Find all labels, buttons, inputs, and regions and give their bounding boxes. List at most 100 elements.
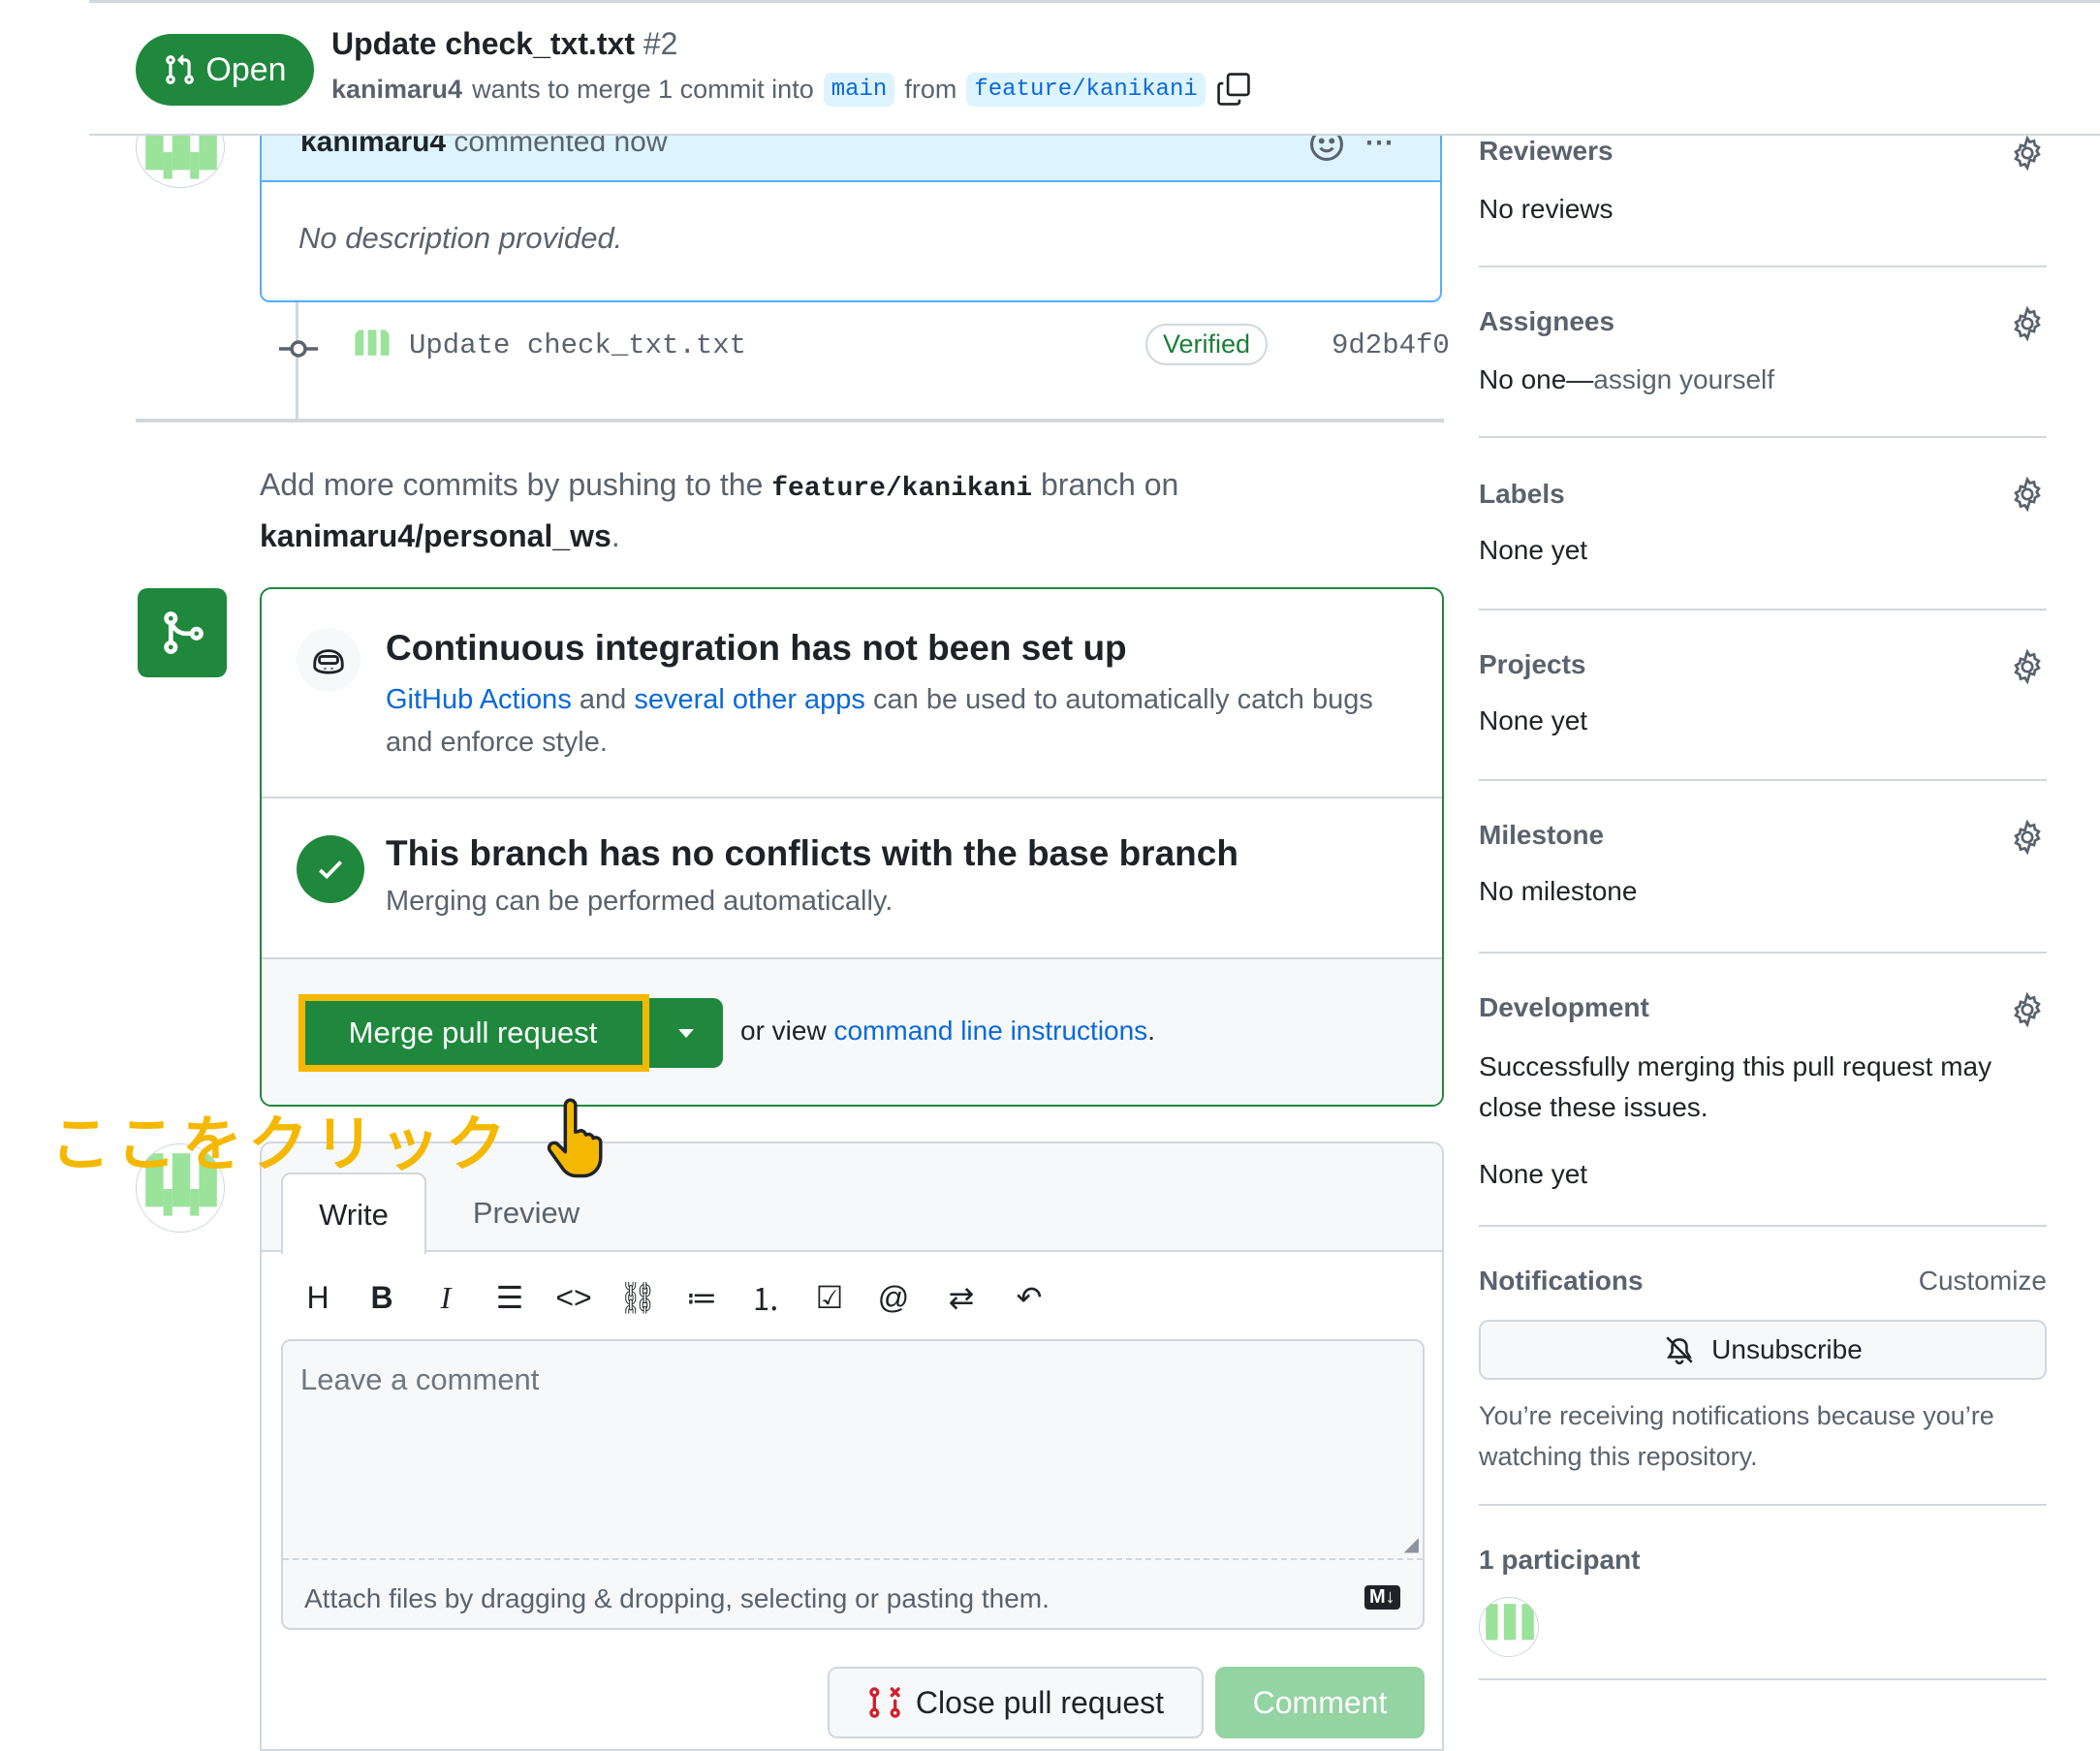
- ci-title: Continuous integration has not been set …: [386, 628, 1127, 668]
- merge-box: Continuous integration has not been set …: [260, 587, 1444, 1107]
- development-title[interactable]: Development: [1479, 992, 1649, 1023]
- cli-link[interactable]: command line instructions: [833, 1016, 1147, 1046]
- assignees-title[interactable]: Assignees: [1479, 306, 1614, 337]
- heading-icon[interactable]: H: [297, 1280, 339, 1316]
- github-actions-link[interactable]: GitHub Actions: [386, 684, 572, 715]
- merge-dropdown-button[interactable]: [649, 998, 723, 1068]
- commit-row: Update check_txt.txt Verified 9d2b4f0: [271, 320, 1450, 378]
- sidebar-milestone: Milestone No milestone: [1479, 781, 2047, 954]
- conflict-subtitle: Merging can be performed automatically.: [386, 886, 893, 917]
- state-badge-open: Open: [136, 34, 314, 106]
- assignees-gear-icon[interactable]: [2010, 305, 2045, 342]
- conflict-title: This branch has no conflicts with the ba…: [386, 833, 1238, 873]
- ci-icon-circle: [297, 628, 360, 692]
- push-hint-repo[interactable]: kanimaru4/personal_ws: [260, 518, 611, 553]
- ci-rest-line2: and enforce style.: [386, 727, 608, 758]
- head-branch[interactable]: feature/kanikani: [966, 72, 1206, 107]
- sidebar-notifications: Notifications Customize Unsubscribe You’…: [1479, 1227, 2047, 1506]
- comment-button[interactable]: Comment: [1215, 1667, 1425, 1738]
- git-commit-icon: [279, 340, 318, 358]
- reviewers-gear-icon[interactable]: [2010, 135, 2045, 172]
- development-gear-icon[interactable]: [2010, 991, 2045, 1028]
- comment-placeholder: Leave a comment: [300, 1362, 540, 1396]
- projects-gear-icon[interactable]: [2010, 648, 2045, 685]
- check-circle: [297, 835, 364, 903]
- milestone-gear-icon[interactable]: [2010, 819, 2045, 856]
- pr-title: Update check_txt.txt: [331, 26, 635, 61]
- commit-message[interactable]: Update check_txt.txt: [409, 329, 746, 361]
- pull-request-icon: [166, 54, 195, 84]
- push-hint-suffix: .: [611, 518, 620, 553]
- assign-yourself-link[interactable]: assign yourself: [1593, 364, 1774, 394]
- annotation-text: ここをクリック: [50, 1109, 513, 1179]
- tab-write[interactable]: Write: [281, 1173, 426, 1254]
- cli-suffix: .: [1147, 1016, 1155, 1046]
- commit-sha[interactable]: 9d2b4f0: [1332, 329, 1450, 361]
- other-apps-link[interactable]: several other apps: [634, 684, 865, 715]
- participants-divider: [1479, 1678, 2047, 1680]
- labels-value: None yet: [1479, 535, 1588, 565]
- labels-title[interactable]: Labels: [1479, 479, 1565, 510]
- projects-title[interactable]: Projects: [1479, 649, 1586, 680]
- link-icon[interactable]: ⛓: [616, 1279, 659, 1316]
- merge-status-icon-box: [138, 588, 227, 677]
- tab-preview[interactable]: Preview: [444, 1173, 609, 1254]
- markdown-toolbar: H B I ☰ <> ⛓ ≔ ⒈ ☑ @ ⇄ ↶: [297, 1273, 1050, 1322]
- quote-icon[interactable]: ☰: [488, 1279, 531, 1316]
- resize-handle[interactable]: ◢: [1404, 1532, 1419, 1556]
- italic-icon[interactable]: I: [424, 1280, 467, 1316]
- close-pr-label: Close pull request: [915, 1684, 1165, 1720]
- attach-hint[interactable]: Attach files by dragging & dropping, sel…: [304, 1583, 1050, 1614]
- highlight-box: [298, 994, 649, 1072]
- labels-gear-icon[interactable]: [2010, 476, 2045, 513]
- code-icon[interactable]: <>: [552, 1280, 595, 1316]
- notifications-reason-line1: You’re receiving notifications because y…: [1479, 1401, 1994, 1430]
- push-hint-prefix: Add more commits by pushing to the: [260, 467, 764, 502]
- sidebar-participants: 1 participant: [1479, 1506, 2047, 1751]
- task-list-icon[interactable]: ☑: [808, 1279, 851, 1316]
- milestone-title[interactable]: Milestone: [1479, 820, 1604, 851]
- sticky-header: Open Update check_txt.txt #2 kanimaru4 w…: [89, 0, 2100, 136]
- bell-slash-icon: [1666, 1336, 1693, 1365]
- unsubscribe-button[interactable]: Unsubscribe: [1479, 1320, 2047, 1380]
- triangle-down-icon: [678, 1029, 694, 1038]
- customize-link[interactable]: Customize: [1919, 1266, 2047, 1297]
- close-pr-button[interactable]: Close pull request: [828, 1667, 1204, 1738]
- git-merge-icon: [164, 611, 204, 654]
- check-icon: [319, 860, 342, 880]
- markdown-icon[interactable]: M↓: [1364, 1585, 1400, 1610]
- hand-pointer-icon: [543, 1097, 611, 1184]
- verified-badge[interactable]: Verified: [1145, 324, 1269, 365]
- merge-action-section: Merge pull request or view command line …: [262, 959, 1442, 1105]
- comment-textarea[interactable]: Leave a comment ◢: [283, 1341, 1423, 1560]
- participants-title: 1 participant: [1479, 1545, 1641, 1575]
- sidebar-projects: Projects None yet: [1479, 610, 2047, 781]
- development-desc-line1: Successfully merging this pull request m…: [1479, 1051, 1992, 1081]
- conflict-section: This branch has no conflicts with the ba…: [262, 798, 1442, 959]
- cross-reference-icon[interactable]: ⇄: [936, 1279, 987, 1316]
- bold-icon[interactable]: B: [360, 1280, 403, 1316]
- pr-author[interactable]: kanimaru4: [331, 75, 462, 105]
- ordered-list-icon[interactable]: ⒈: [744, 1275, 787, 1320]
- comment-box: kanimaru4 commented now ⋯ No description…: [260, 126, 1442, 302]
- base-branch[interactable]: main: [823, 72, 895, 107]
- ci-rest-line1: can be used to automatically catch bugs: [873, 684, 1373, 715]
- unordered-list-icon[interactable]: ≔: [680, 1279, 723, 1316]
- undo-icon[interactable]: ↶: [1008, 1279, 1050, 1316]
- pr-title-row: Update check_txt.txt #2: [331, 26, 677, 62]
- comment-textarea-wrap: Leave a comment ◢ Attach files by draggi…: [281, 1339, 1425, 1630]
- pr-meta-row: kanimaru4 wants to merge 1 commit into m…: [331, 71, 1252, 108]
- development-value: None yet: [1479, 1159, 1588, 1189]
- pr-number: #2: [643, 26, 678, 61]
- push-hint-middle: branch on: [1040, 467, 1179, 502]
- reviewers-title[interactable]: Reviewers: [1479, 136, 1614, 167]
- comment-editor: Write Preview H B I ☰ <> ⛓ ≔ ⒈ ☑ @ ⇄ ↶ L…: [260, 1141, 1444, 1751]
- participant-avatar[interactable]: [1479, 1597, 1539, 1657]
- sidebar-labels: Labels None yet: [1479, 438, 2047, 610]
- copy-icon[interactable]: [1215, 71, 1252, 108]
- from-text: from: [904, 74, 957, 104]
- sidebar: Reviewers No reviews Assignees No one—as…: [1479, 126, 2047, 1751]
- mention-icon[interactable]: @: [872, 1280, 915, 1316]
- merge-text: wants to merge 1 commit into: [472, 74, 814, 104]
- commit-avatar[interactable]: [351, 326, 393, 368]
